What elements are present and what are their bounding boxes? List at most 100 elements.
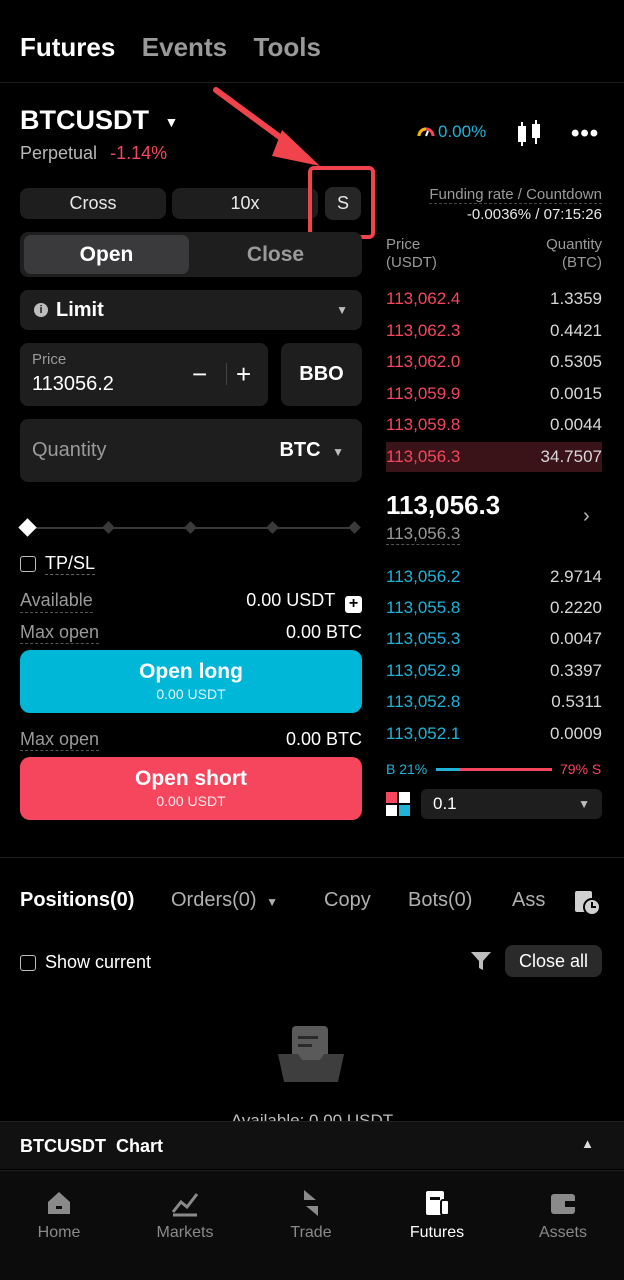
order-type-select[interactable]: i Limit ▼ xyxy=(20,290,362,330)
top-tabs: Futures Events Tools xyxy=(20,32,321,63)
available-value: 0.00 USDT xyxy=(246,590,335,610)
nav-assets[interactable]: Assets xyxy=(513,1186,613,1242)
book-layout-icon[interactable] xyxy=(386,792,410,816)
buy-ratio: B 21% xyxy=(386,761,428,777)
minus-icon[interactable]: − xyxy=(192,359,207,390)
open-short-label: Open short xyxy=(134,767,247,790)
price-header: Price (USDT) xyxy=(386,236,437,271)
tab-tools[interactable]: Tools xyxy=(254,32,321,62)
quantity-input[interactable]: Quantity BTC ▼ xyxy=(20,419,362,482)
stepper-divider xyxy=(226,363,227,385)
symbol-name: BTCUSDT xyxy=(20,105,149,135)
bid-row[interactable]: 113,055.8 0.2220 xyxy=(386,594,602,622)
transfer-plus-icon[interactable]: + xyxy=(345,595,362,613)
available-label: Available xyxy=(20,590,93,613)
slider-handle[interactable] xyxy=(18,518,37,537)
open-close-toggle: Open Close xyxy=(20,232,362,277)
ask-row[interactable]: 113,062.0 0.5305 xyxy=(386,348,602,376)
close-tab[interactable]: Close xyxy=(193,235,358,274)
funding-label: Funding rate / Countdown xyxy=(429,186,602,204)
max-open-value: 0.00 BTC xyxy=(285,622,362,642)
bid-row[interactable]: 113,052.8 0.5311 xyxy=(386,688,602,716)
bid-row[interactable]: 113,052.9 0.3397 xyxy=(386,657,602,685)
max-open-long-row: Max open 0.00 BTC xyxy=(20,622,362,644)
last-price: 113,056.3 xyxy=(386,490,501,520)
price-change: -1.14% xyxy=(110,143,168,163)
checkbox-icon xyxy=(20,954,36,971)
tab-events[interactable]: Events xyxy=(142,32,227,62)
tpsl-checkbox[interactable]: TP/SL xyxy=(20,553,96,575)
sentiment-gauge[interactable]: 0.00% xyxy=(416,122,486,142)
markets-icon xyxy=(171,1193,199,1217)
show-current-checkbox[interactable]: Show current xyxy=(20,952,151,973)
price-value: 113056.2 xyxy=(32,373,114,395)
ask-row[interactable]: 113,059.8 0.0044 xyxy=(386,411,602,439)
precision-value: 0.1 xyxy=(433,794,457,813)
open-long-button[interactable]: Open long 0.00 USDT xyxy=(20,650,362,713)
ask-row[interactable]: 113,059.9 0.0015 xyxy=(386,380,602,408)
close-all-button[interactable]: Close all xyxy=(505,945,602,977)
header-divider xyxy=(0,82,624,83)
tab-copy[interactable]: Copy xyxy=(324,889,371,912)
caret-down-icon: ▼ xyxy=(164,113,179,130)
available-row: Available 0.00 USDT + xyxy=(20,590,362,613)
bid-row[interactable]: 113,052.1 0.0009 xyxy=(386,720,602,748)
bbo-button[interactable]: BBO xyxy=(281,343,362,406)
nav-markets[interactable]: Markets xyxy=(135,1186,235,1242)
caret-up-icon[interactable]: ▲ xyxy=(581,1136,594,1151)
empty-state-icon xyxy=(278,1026,344,1082)
filter-icon[interactable] xyxy=(469,949,493,973)
max-open-short-value: 0.00 BTC xyxy=(285,729,362,749)
slider-step-75[interactable] xyxy=(266,521,279,534)
bid-row[interactable]: 113,055.3 0.0047 xyxy=(386,625,602,653)
caret-down-icon: ▼ xyxy=(332,445,344,459)
ask-row[interactable]: 113,062.3 0.4421 xyxy=(386,317,602,345)
leverage-button[interactable]: 10x xyxy=(172,188,318,219)
ratio-bar-buy-fill xyxy=(436,768,461,771)
tab-futures[interactable]: Futures xyxy=(20,32,115,62)
gauge-value: 0.00% xyxy=(438,122,487,141)
nav-futures[interactable]: Futures xyxy=(387,1186,487,1242)
caret-down-icon: ▼ xyxy=(578,797,590,811)
history-icon[interactable] xyxy=(573,888,601,916)
max-open-short-row: Max open 0.00 BTC xyxy=(20,729,362,751)
open-short-sub: 0.00 USDT xyxy=(156,793,226,809)
precision-select[interactable]: 0.1 ▼ xyxy=(421,789,602,819)
quantity-unit-select[interactable]: BTC ▼ xyxy=(279,439,344,462)
plus-icon[interactable]: + xyxy=(236,359,251,390)
margin-mode-button[interactable]: Cross xyxy=(20,188,166,219)
quantity-unit: BTC xyxy=(279,439,321,461)
chevron-right-icon[interactable]: › xyxy=(583,505,590,528)
open-tab[interactable]: Open xyxy=(24,235,189,274)
open-short-button[interactable]: Open short 0.00 USDT xyxy=(20,757,362,820)
chart-bar[interactable]: BTCUSDT Chart ▲ xyxy=(0,1121,624,1169)
wallet-icon xyxy=(551,1194,575,1214)
ask-row[interactable]: 113,056.3 34.7507 xyxy=(386,442,602,472)
nav-home[interactable]: Home xyxy=(9,1186,109,1242)
annotation-arrow-icon xyxy=(213,87,320,166)
ask-row[interactable]: 113,062.4 1.3359 xyxy=(386,285,602,313)
tab-orders[interactable]: Orders(0) ▼ xyxy=(171,889,278,912)
max-open-label: Max open xyxy=(20,622,100,644)
tab-bots[interactable]: Bots(0) xyxy=(408,889,472,912)
info-icon: i xyxy=(34,303,48,317)
ratio-bar xyxy=(436,768,552,771)
slider-step-50[interactable] xyxy=(184,521,197,534)
more-icon[interactable]: ••• xyxy=(571,120,599,148)
tab-positions[interactable]: Positions(0) xyxy=(20,889,134,912)
funding-info[interactable]: Funding rate / Countdown -0.0036% / 07:1… xyxy=(386,186,602,223)
chart-bar-label: BTCUSDT Chart xyxy=(20,1136,163,1156)
sell-ratio: 79% S xyxy=(560,761,602,777)
slider-step-100[interactable] xyxy=(348,521,361,534)
caret-down-icon: ▼ xyxy=(336,303,348,317)
nav-trade[interactable]: Trade xyxy=(261,1186,361,1242)
candlestick-chart-icon[interactable] xyxy=(514,120,544,148)
tab-assets[interactable]: Ass xyxy=(512,889,545,912)
trade-icon xyxy=(304,1190,318,1216)
slider-step-25[interactable] xyxy=(102,521,115,534)
price-input[interactable]: Price 113056.2 − + xyxy=(20,343,268,406)
bid-row[interactable]: 113,056.2 2.9714 xyxy=(386,563,602,591)
show-current-label: Show current xyxy=(45,952,152,972)
symbol-selector[interactable]: BTCUSDT ▼ xyxy=(20,105,178,136)
gauge-icon xyxy=(417,127,435,137)
